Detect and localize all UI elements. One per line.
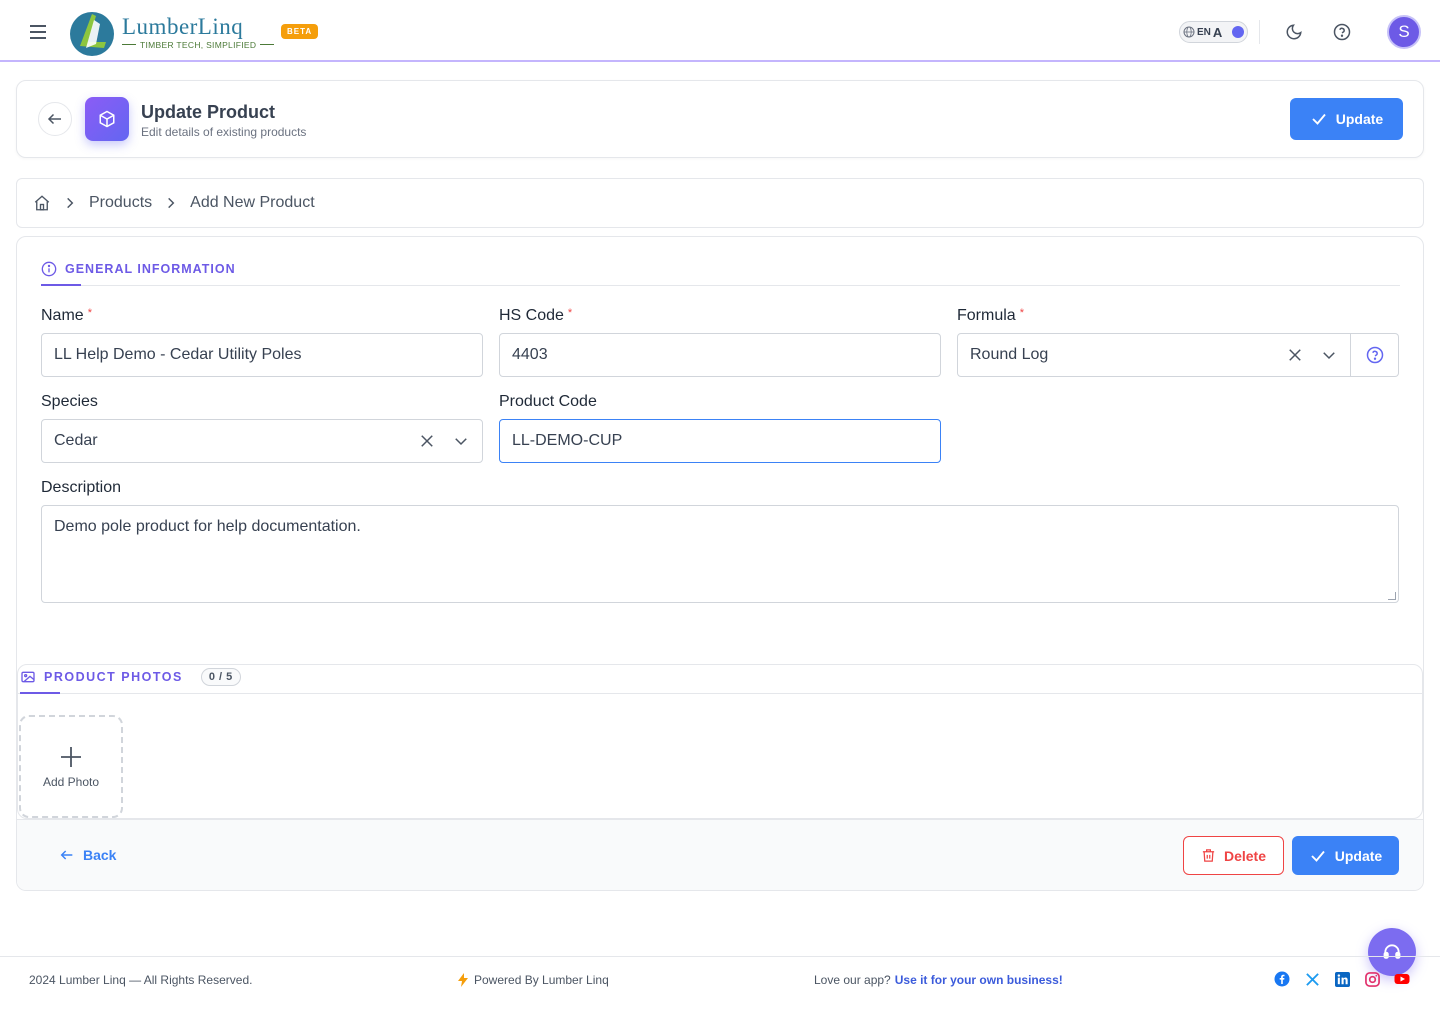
chevron-down-icon[interactable]: [452, 432, 470, 450]
active-tab-indicator: [20, 692, 60, 694]
breadcrumb: Products Add New Product: [16, 178, 1424, 228]
facebook-icon[interactable]: [1274, 971, 1290, 987]
page-title: Update Product: [141, 102, 276, 122]
back-button[interactable]: [38, 102, 72, 136]
brand-name: LumberLinq: [122, 13, 244, 39]
update-button-label: Update: [1334, 847, 1383, 864]
update-button[interactable]: Update: [1290, 98, 1403, 140]
formula-label: Formula *: [957, 307, 1024, 324]
delete-button[interactable]: Delete: [1183, 836, 1284, 875]
breadcrumb-item-current: Add New Product: [190, 194, 315, 211]
social-links: [1274, 971, 1410, 987]
photos-section-title: PRODUCT PHOTOS: [44, 670, 183, 684]
globe-icon: [1183, 26, 1195, 38]
arrow-left-icon: [47, 113, 61, 125]
product-icon-tile: [85, 97, 129, 141]
help-circle-icon: [1366, 346, 1383, 364]
product-form: GENERAL INFORMATION Name * LL Help Demo -…: [16, 236, 1424, 891]
brand-tagline: TIMBER TECH, SIMPLIFIED: [122, 40, 274, 50]
resize-handle[interactable]: [1388, 592, 1396, 600]
plus-icon: [61, 746, 81, 767]
avatar[interactable]: S: [1387, 15, 1421, 49]
page-footer: 2024 Lumber Linq — All Rights Reserved. …: [0, 956, 1440, 1001]
formula-help-button[interactable]: [1351, 333, 1399, 377]
moon-icon[interactable]: [1282, 20, 1306, 44]
logo-mark-icon: [70, 12, 114, 56]
page-header: Update Product Edit details of existing …: [16, 80, 1424, 158]
toggle-knob: [1232, 26, 1244, 38]
description-label: Description: [41, 479, 122, 496]
beta-badge: BETA: [281, 24, 319, 39]
instagram-icon[interactable]: [1364, 971, 1380, 987]
description-value: Demo pole product for help documentation…: [54, 518, 361, 535]
language-alt: A: [1212, 24, 1223, 40]
powered-by: Powered By Lumber Linq: [458, 973, 609, 987]
copyright-text: 2024 Lumber Linq — All Rights Reserved.: [29, 973, 253, 987]
help-circle-icon[interactable]: [1330, 20, 1354, 44]
top-bar: LumberLinq TIMBER TECH, SIMPLIFIED BETA …: [0, 0, 1440, 62]
menu-icon[interactable]: [26, 20, 50, 44]
divider: [1259, 20, 1260, 44]
check-icon: [1311, 850, 1325, 862]
bolt-icon: [458, 973, 468, 987]
home-icon[interactable]: [33, 194, 51, 212]
promo-text: Love our app? Use it for your own busines…: [814, 973, 1063, 987]
section-divider: [41, 285, 1400, 286]
product-photos-section: PRODUCT PHOTOS 0 / 5 Add Photo: [17, 664, 1423, 819]
chevron-right-icon: [164, 196, 178, 210]
update-button-label: Update: [1335, 111, 1384, 127]
species-label: Species: [41, 393, 98, 410]
update-button[interactable]: Update: [1292, 836, 1399, 875]
name-label: Name *: [41, 307, 92, 324]
add-photo-button[interactable]: Add Photo: [19, 715, 123, 818]
check-icon: [1312, 113, 1326, 125]
chevron-right-icon: [63, 196, 77, 210]
arrow-left-icon: [60, 850, 73, 860]
breadcrumb-item-products[interactable]: Products: [89, 194, 152, 212]
language-code: EN: [1197, 26, 1211, 38]
language-toggle[interactable]: EN A: [1179, 21, 1248, 43]
formula-value: Round Log: [970, 346, 1049, 363]
info-icon: [41, 261, 57, 277]
species-select[interactable]: Cedar: [41, 419, 483, 463]
trash-icon: [1202, 849, 1215, 862]
logo[interactable]: LumberLinq TIMBER TECH, SIMPLIFIED: [66, 6, 274, 58]
form-actions: Back Delete Update: [17, 819, 1423, 890]
linkedin-icon[interactable]: [1334, 971, 1350, 987]
description-field[interactable]: Demo pole product for help documentation…: [41, 505, 1399, 603]
hs-code-label: HS Code *: [499, 307, 573, 324]
active-tab-indicator: [41, 284, 81, 286]
promo-link[interactable]: Use it for your own business!: [895, 973, 1063, 987]
product-code-label: Product Code: [499, 393, 597, 410]
product-code-field[interactable]: LL-DEMO-CUP: [499, 419, 941, 463]
back-label: Back: [83, 847, 117, 863]
image-icon: [21, 671, 35, 683]
close-icon[interactable]: [1286, 346, 1304, 364]
species-value: Cedar: [54, 432, 98, 449]
photo-count-badge: 0 / 5: [200, 668, 241, 686]
section-divider: [18, 693, 1422, 694]
formula-select[interactable]: Round Log: [957, 333, 1351, 377]
cube-icon: [99, 110, 115, 128]
close-icon[interactable]: [418, 432, 436, 450]
page-subtitle: Edit details of existing products: [141, 125, 307, 139]
section-title: GENERAL INFORMATION: [65, 262, 236, 276]
youtube-icon[interactable]: [1394, 971, 1410, 987]
x-icon[interactable]: [1304, 971, 1320, 987]
add-photo-label: Add Photo: [42, 774, 100, 789]
tab-product-photos[interactable]: PRODUCT PHOTOS 0 / 5: [20, 667, 241, 687]
delete-label: Delete: [1223, 847, 1267, 864]
tab-general-information[interactable]: GENERAL INFORMATION: [41, 261, 236, 277]
back-link[interactable]: Back: [59, 847, 116, 863]
name-field[interactable]: LL Help Demo - Cedar Utility Poles: [41, 333, 483, 377]
powered-by-text: Powered By Lumber Linq: [474, 973, 609, 987]
hs-code-field[interactable]: 4403: [499, 333, 941, 377]
chevron-down-icon[interactable]: [1320, 346, 1338, 364]
